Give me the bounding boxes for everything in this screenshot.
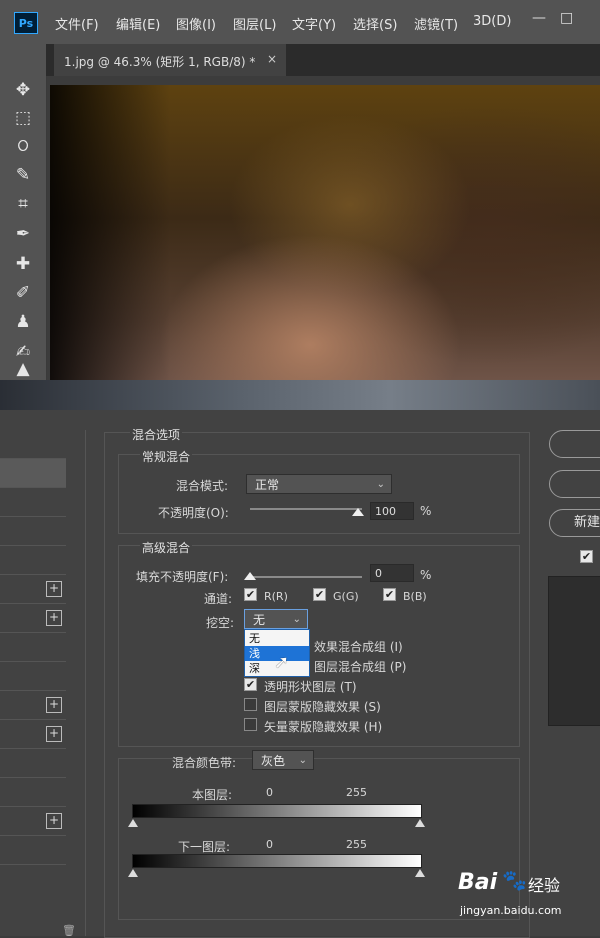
fill-opacity-input[interactable]: 0 (370, 564, 414, 582)
photoshop-logo: Ps (14, 12, 38, 34)
document-tab-title: 1.jpg @ 46.3% (矩形 1, RGB/8) * (64, 55, 256, 69)
opacity-unit: % (420, 504, 432, 518)
minimize-button[interactable]: — (532, 10, 546, 26)
move-icon[interactable]: ✥ (10, 78, 36, 102)
eraser-icon[interactable]: ▲ (10, 361, 36, 378)
canvas-shadow (50, 85, 170, 381)
blend-options-title: 混合选项 (130, 426, 183, 443)
transparency-shapes-checkbox[interactable]: ✔ (244, 678, 257, 691)
channels-label: 通道: (204, 592, 233, 606)
underlying-black-stop[interactable] (128, 869, 138, 877)
menu-3d[interactable]: 3D(D) (473, 14, 511, 29)
blend-interior-effects-label: 效果混合成组 (I) (314, 640, 403, 654)
knockout-option-none[interactable]: 无 (245, 631, 309, 646)
this-layer-label: 本图层: (192, 788, 233, 802)
healing-icon[interactable]: ✚ (10, 252, 36, 276)
style-list-panel (0, 430, 86, 936)
baidu-watermark: Bai 🐾 经验 jingyan.baidu.com (448, 868, 578, 922)
menu-layer[interactable]: 图层(L) (233, 14, 276, 33)
menu-edit[interactable]: 编辑(E) (116, 14, 160, 33)
blend-if-value: 灰色 (261, 754, 286, 768)
watermark-brand-2: 经验 (528, 876, 561, 895)
underlying-layer-max: 255 (346, 838, 367, 851)
blend-mode-label: 混合模式: (176, 479, 229, 493)
vector-mask-hides-checkbox[interactable] (244, 718, 257, 731)
channel-g-checkbox[interactable]: ✔ (313, 588, 326, 601)
transparency-shapes-label: 透明形状图层 (T) (264, 680, 357, 694)
channel-b-checkbox[interactable]: ✔ (383, 588, 396, 601)
blend-if-label: 混合颜色带: (172, 756, 237, 770)
trash-icon[interactable]: 🗑 (62, 924, 76, 937)
opacity-slider-thumb[interactable] (352, 508, 364, 516)
chevron-down-icon: ⌄ (298, 755, 307, 766)
underlying-layer-gradient (132, 854, 422, 868)
opacity-input[interactable]: 100 (370, 502, 414, 520)
mouse-cursor-icon: ➚ (274, 652, 290, 673)
lasso-icon[interactable]: ଠ (10, 134, 36, 158)
channel-r-label: R(R) (264, 590, 288, 603)
menu-file[interactable]: 文件(F) (55, 14, 99, 33)
channel-b-label: B(B) (403, 590, 427, 603)
quick-select-icon[interactable]: ✎ (10, 163, 36, 187)
blend-mode-select[interactable]: 正常 ⌄ (246, 474, 392, 494)
advanced-blending-title: 高级混合 (140, 539, 193, 556)
this-layer-black-stop[interactable] (128, 819, 138, 827)
blend-clipped-layers-label: 图层混合成组 (P) (314, 660, 407, 674)
brush-icon[interactable]: ✐ (10, 281, 36, 305)
general-blending-title: 常规混合 (140, 448, 193, 465)
vector-mask-hides-label: 矢量蒙版隐藏效果 (H) (264, 720, 383, 734)
fill-opacity-unit: % (420, 568, 432, 582)
underlying-layer-min: 0 (266, 838, 273, 851)
stamp-icon[interactable]: ♟ (10, 310, 36, 334)
fill-opacity-label: 填充不透明度(F): (136, 570, 229, 584)
chevron-down-icon: ⌄ (292, 614, 301, 625)
general-blending-group (118, 454, 520, 534)
opacity-slider-track[interactable] (250, 508, 362, 510)
underlying-white-stop[interactable] (415, 869, 425, 877)
this-layer-gradient (132, 804, 422, 818)
this-layer-white-stop[interactable] (415, 819, 425, 827)
paw-icon: 🐾 (502, 868, 527, 892)
underlying-layer-label: 下一图层: (178, 840, 231, 854)
menu-type[interactable]: 文字(Y) (292, 14, 336, 33)
knockout-label: 挖空: (206, 616, 235, 630)
menu-select[interactable]: 选择(S) (353, 14, 397, 33)
style-preview (548, 576, 600, 726)
eyedropper-icon[interactable]: ✒ (10, 222, 36, 246)
knockout-value: 无 (253, 613, 266, 627)
opacity-label: 不透明度(O): (158, 506, 229, 520)
channel-r-checkbox[interactable]: ✔ (244, 588, 257, 601)
restore-button[interactable]: □ (560, 10, 573, 26)
marquee-icon[interactable]: ⬚ (10, 106, 36, 130)
new-style-button[interactable]: 新建 (549, 509, 600, 537)
channel-g-label: G(G) (333, 590, 359, 603)
layer-mask-hides-checkbox[interactable] (244, 698, 257, 711)
knockout-select[interactable]: 无 ⌄ (244, 609, 308, 629)
menu-image[interactable]: 图像(I) (176, 14, 216, 33)
layer-mask-hides-label: 图层蒙版隐藏效果 (S) (264, 700, 381, 714)
crop-icon[interactable]: ⌗ (10, 192, 36, 216)
fill-slider-thumb[interactable] (244, 572, 256, 580)
chevron-down-icon: ⌄ (376, 479, 385, 490)
blend-if-select[interactable]: 灰色 ⌄ (252, 750, 314, 770)
preview-checkbox[interactable]: ✔ (580, 550, 593, 563)
watermark-url: jingyan.baidu.com (460, 904, 562, 917)
blend-mode-value: 正常 (255, 478, 280, 492)
this-layer-max: 255 (346, 786, 367, 799)
menu-filter[interactable]: 滤镜(T) (414, 14, 458, 33)
this-layer-min: 0 (266, 786, 273, 799)
ok-button[interactable] (549, 430, 600, 458)
watermark-brand: Bai (458, 870, 498, 895)
close-icon[interactable]: × (267, 52, 277, 66)
background-strip (0, 380, 600, 412)
fill-slider-track[interactable] (250, 576, 362, 578)
cancel-button[interactable] (549, 470, 600, 498)
